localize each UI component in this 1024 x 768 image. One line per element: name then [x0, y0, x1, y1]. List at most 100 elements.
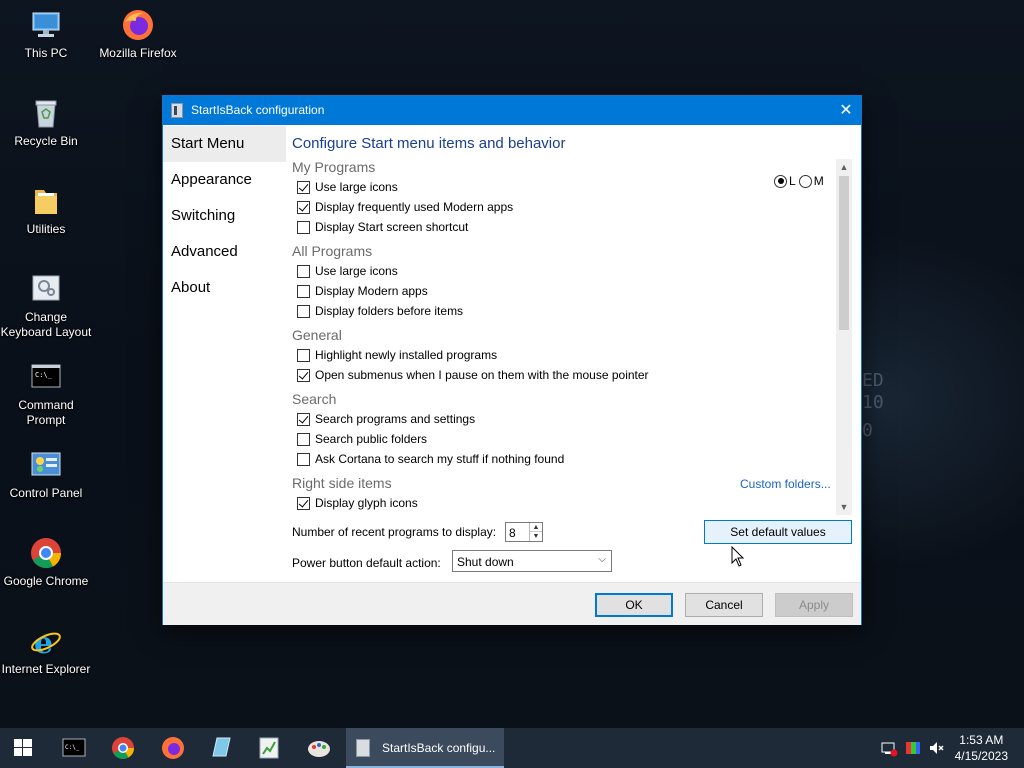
icon-size-radio-group: L M	[774, 174, 827, 188]
radio-large[interactable]	[774, 174, 787, 188]
desktop-icon-google-chrome[interactable]: Google Chrome	[0, 536, 92, 589]
chevron-down-icon: ⌵	[598, 554, 606, 565]
power-button-label: Power button default action:	[292, 556, 441, 570]
checkbox[interactable]	[297, 432, 310, 446]
wallpaper-text: ED 10 0	[862, 370, 884, 441]
scroll-up-icon[interactable]: ▲	[836, 159, 852, 175]
command-prompt-icon: C:\_	[29, 360, 63, 394]
internet-explorer-icon: e	[29, 624, 63, 661]
option-display-frequent-modern-apps[interactable]: Display frequently used Modern apps	[297, 197, 513, 217]
notepad-icon	[212, 737, 231, 757]
checkbox[interactable]	[297, 368, 310, 382]
option-folders-before-items[interactable]: Display folders before items	[297, 301, 463, 321]
power-button-select[interactable]: Shut down ⌵	[452, 550, 612, 572]
startisback-config-window: StartIsBack configuration ✕ Start Menu A…	[162, 95, 862, 625]
checkbox[interactable]	[297, 264, 310, 278]
option-search-programs-settings[interactable]: Search programs and settings	[297, 409, 475, 429]
section-my-programs: My Programs	[292, 159, 376, 175]
nav-item-about[interactable]: About	[163, 270, 286, 306]
option-ask-cortana[interactable]: Ask Cortana to search my stuff if nothin…	[297, 449, 564, 469]
recent-programs-label: Number of recent programs to display:	[292, 525, 497, 539]
option-search-public-folders[interactable]: Search public folders	[297, 429, 427, 449]
taskbar: C:\_ StartIsBack configu... 1:53 AM 4/15…	[0, 728, 1024, 768]
desktop-icon-firefox[interactable]: Mozilla Firefox	[92, 8, 184, 61]
network-disconnected-icon[interactable]	[880, 739, 898, 757]
option-my-programs-large-icons[interactable]: Use large icons	[297, 177, 398, 197]
taskbar-notepad[interactable]	[198, 728, 244, 768]
apply-button[interactable]: Apply	[775, 593, 853, 617]
title-bar[interactable]: StartIsBack configuration ✕	[163, 96, 861, 125]
computer-icon	[29, 8, 63, 42]
scroll-down-icon[interactable]: ▼	[836, 499, 852, 515]
option-open-submenus-on-pause[interactable]: Open submenus when I pause on them with …	[297, 365, 649, 385]
dialog-footer: OK Cancel Apply	[163, 582, 861, 625]
volume-muted-icon[interactable]	[928, 739, 946, 757]
radio-medium[interactable]	[798, 174, 812, 188]
checkbox[interactable]	[297, 496, 310, 510]
system-clock[interactable]: 1:53 AM 4/15/2023	[955, 732, 1008, 764]
section-general: General	[292, 327, 342, 343]
nav-item-switching[interactable]: Switching	[163, 198, 286, 234]
checkbox[interactable]	[297, 412, 310, 426]
nav-item-advanced[interactable]: Advanced	[163, 234, 286, 270]
app-icon	[356, 739, 370, 757]
desktop-icon-control-panel[interactable]: Control Panel	[0, 448, 92, 501]
control-panel-icon	[29, 448, 63, 482]
section-all-programs: All Programs	[292, 243, 373, 259]
start-button[interactable]	[0, 728, 46, 768]
paint-icon	[308, 741, 330, 757]
recycle-bin-icon	[29, 96, 63, 130]
checkbox[interactable]	[297, 200, 310, 214]
desktop-icon-this-pc[interactable]: This PC	[0, 8, 92, 61]
spreadsheet-icon	[259, 737, 279, 759]
taskbar-paint[interactable]	[296, 728, 342, 768]
taskbar-firefox[interactable]	[150, 728, 196, 768]
checkbox[interactable]	[297, 284, 310, 298]
svg-text:e: e	[34, 626, 53, 658]
mouse-cursor-icon	[731, 546, 745, 567]
set-default-values-button[interactable]: Set default values	[704, 520, 852, 544]
checkbox[interactable]	[297, 180, 310, 194]
custom-folders-link[interactable]: Custom folders...	[740, 477, 831, 491]
checkbox[interactable]	[297, 348, 310, 362]
scrollbar-thumb[interactable]	[839, 176, 849, 330]
stepper-up-icon[interactable]: ▲	[530, 523, 542, 532]
nav-item-appearance[interactable]: Appearance	[163, 162, 286, 198]
sidebar-nav: Start Menu Appearance Switching Advanced…	[163, 126, 286, 582]
taskbar-task-startisback[interactable]: StartIsBack configu...	[346, 728, 504, 768]
option-display-modern-apps[interactable]: Display Modern apps	[297, 281, 428, 301]
desktop-icon-utilities[interactable]: Utilities	[0, 184, 92, 237]
page-title: Configure Start menu items and behavior	[292, 135, 566, 152]
content-panel: Configure Start menu items and behavior …	[292, 126, 853, 582]
checkbox[interactable]	[297, 220, 310, 234]
section-right-side-items: Right side items	[292, 475, 392, 491]
desktop-icon-command-prompt[interactable]: C:\_ Command Prompt	[0, 360, 92, 428]
option-highlight-new-programs[interactable]: Highlight newly installed programs	[297, 345, 497, 365]
nav-item-start-menu[interactable]: Start Menu	[163, 126, 286, 162]
taskbar-spreadsheet[interactable]	[246, 728, 292, 768]
checkbox[interactable]	[297, 304, 310, 318]
recent-programs-stepper[interactable]: 8 ▲ ▼	[505, 522, 543, 542]
option-display-glyph-icons[interactable]: Display glyph icons	[297, 493, 418, 513]
chrome-icon	[29, 536, 63, 570]
desktop-icon-recycle-bin[interactable]: Recycle Bin	[0, 96, 92, 149]
checkbox[interactable]	[297, 452, 310, 466]
taskbar-command-prompt[interactable]: C:\_	[50, 728, 96, 768]
desktop-icon-change-keyboard-layout[interactable]: Change Keyboard Layout	[0, 272, 92, 340]
svg-text:C:\_: C:\_	[65, 744, 80, 751]
display-color-icon[interactable]	[904, 739, 922, 757]
recent-programs-value[interactable]: 8	[509, 526, 516, 540]
close-icon[interactable]: ✕	[831, 96, 861, 125]
taskbar-chrome[interactable]	[100, 728, 146, 768]
keyboard-settings-icon	[29, 272, 63, 306]
app-icon	[171, 103, 183, 118]
desktop-icon-internet-explorer[interactable]: e Internet Explorer	[0, 624, 92, 677]
firefox-icon	[162, 737, 184, 759]
cancel-button[interactable]: Cancel	[685, 593, 763, 617]
option-all-programs-large-icons[interactable]: Use large icons	[297, 261, 398, 281]
vertical-scrollbar[interactable]: ▲ ▼	[836, 159, 852, 515]
stepper-down-icon[interactable]: ▼	[530, 532, 542, 541]
option-display-start-screen-shortcut[interactable]: Display Start screen shortcut	[297, 217, 468, 237]
ok-button[interactable]: OK	[595, 593, 673, 617]
command-prompt-icon: C:\_	[62, 738, 86, 757]
